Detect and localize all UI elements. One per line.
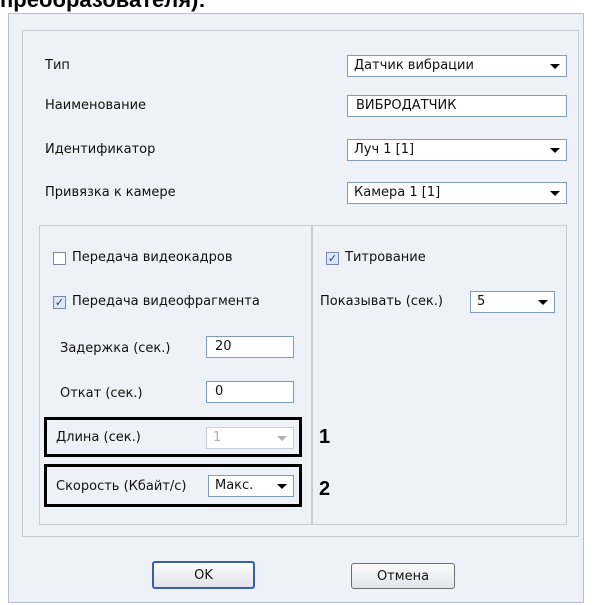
cut-off-caption: преобразователя): bbox=[0, 0, 206, 13]
speed-value: Макс. bbox=[215, 478, 254, 493]
speed-label: Скорость (Кбайт/с) bbox=[56, 479, 187, 494]
chevron-down-icon bbox=[538, 299, 548, 305]
speed-dropdown[interactable]: Макс. bbox=[208, 475, 294, 497]
show-seconds-dropdown[interactable]: 5 bbox=[470, 291, 555, 313]
frames-checkbox[interactable] bbox=[53, 252, 66, 265]
camera-binding-label: Привязка к камере bbox=[45, 185, 176, 200]
show-seconds-label: Показывать (сек.) bbox=[320, 294, 443, 309]
name-label: Наименование bbox=[45, 98, 147, 113]
delay-label: Задержка (сек.) bbox=[60, 341, 171, 356]
chevron-down-icon bbox=[277, 483, 287, 489]
length-value: 1 bbox=[213, 430, 222, 445]
checkmark-icon: ✓ bbox=[54, 296, 65, 309]
identifier-dropdown[interactable]: Луч 1 [1] bbox=[347, 139, 567, 161]
titling-label: Титрование bbox=[345, 250, 426, 265]
fragment-checkbox[interactable]: ✓ bbox=[53, 296, 66, 309]
identifier-value: Луч 1 [1] bbox=[354, 142, 415, 157]
chevron-down-icon bbox=[550, 147, 560, 153]
name-field[interactable]: ВИБРОДАТЧИК bbox=[347, 95, 567, 117]
frames-label: Передача видеокадров bbox=[72, 250, 233, 265]
chevron-down-icon bbox=[550, 190, 560, 196]
rollback-label: Откат (сек.) bbox=[60, 386, 143, 401]
cancel-button[interactable]: Отмена bbox=[351, 563, 455, 589]
type-label: Тип bbox=[45, 58, 70, 73]
titling-checkbox[interactable]: ✓ bbox=[326, 252, 339, 265]
camera-binding-value: Камера 1 [1] bbox=[354, 185, 441, 200]
camera-binding-dropdown[interactable]: Камера 1 [1] bbox=[347, 182, 567, 204]
fragment-label: Передача видеофрагмента bbox=[72, 294, 260, 309]
rollback-field[interactable]: 0 bbox=[206, 381, 294, 403]
type-dropdown[interactable]: Датчик вибрации bbox=[347, 55, 567, 77]
chevron-down-icon bbox=[277, 435, 287, 441]
chevron-down-icon bbox=[550, 63, 560, 69]
type-value: Датчик вибрации bbox=[354, 58, 474, 73]
delay-field[interactable]: 20 bbox=[206, 336, 294, 358]
show-seconds-value: 5 bbox=[477, 294, 486, 309]
length-dropdown[interactable]: 1 bbox=[206, 427, 294, 449]
titling-group bbox=[312, 225, 567, 525]
length-label: Длина (сек.) bbox=[56, 430, 141, 445]
ok-button[interactable]: OK bbox=[152, 561, 255, 589]
checkmark-icon: ✓ bbox=[327, 252, 338, 265]
identifier-label: Идентификатор bbox=[45, 142, 156, 157]
